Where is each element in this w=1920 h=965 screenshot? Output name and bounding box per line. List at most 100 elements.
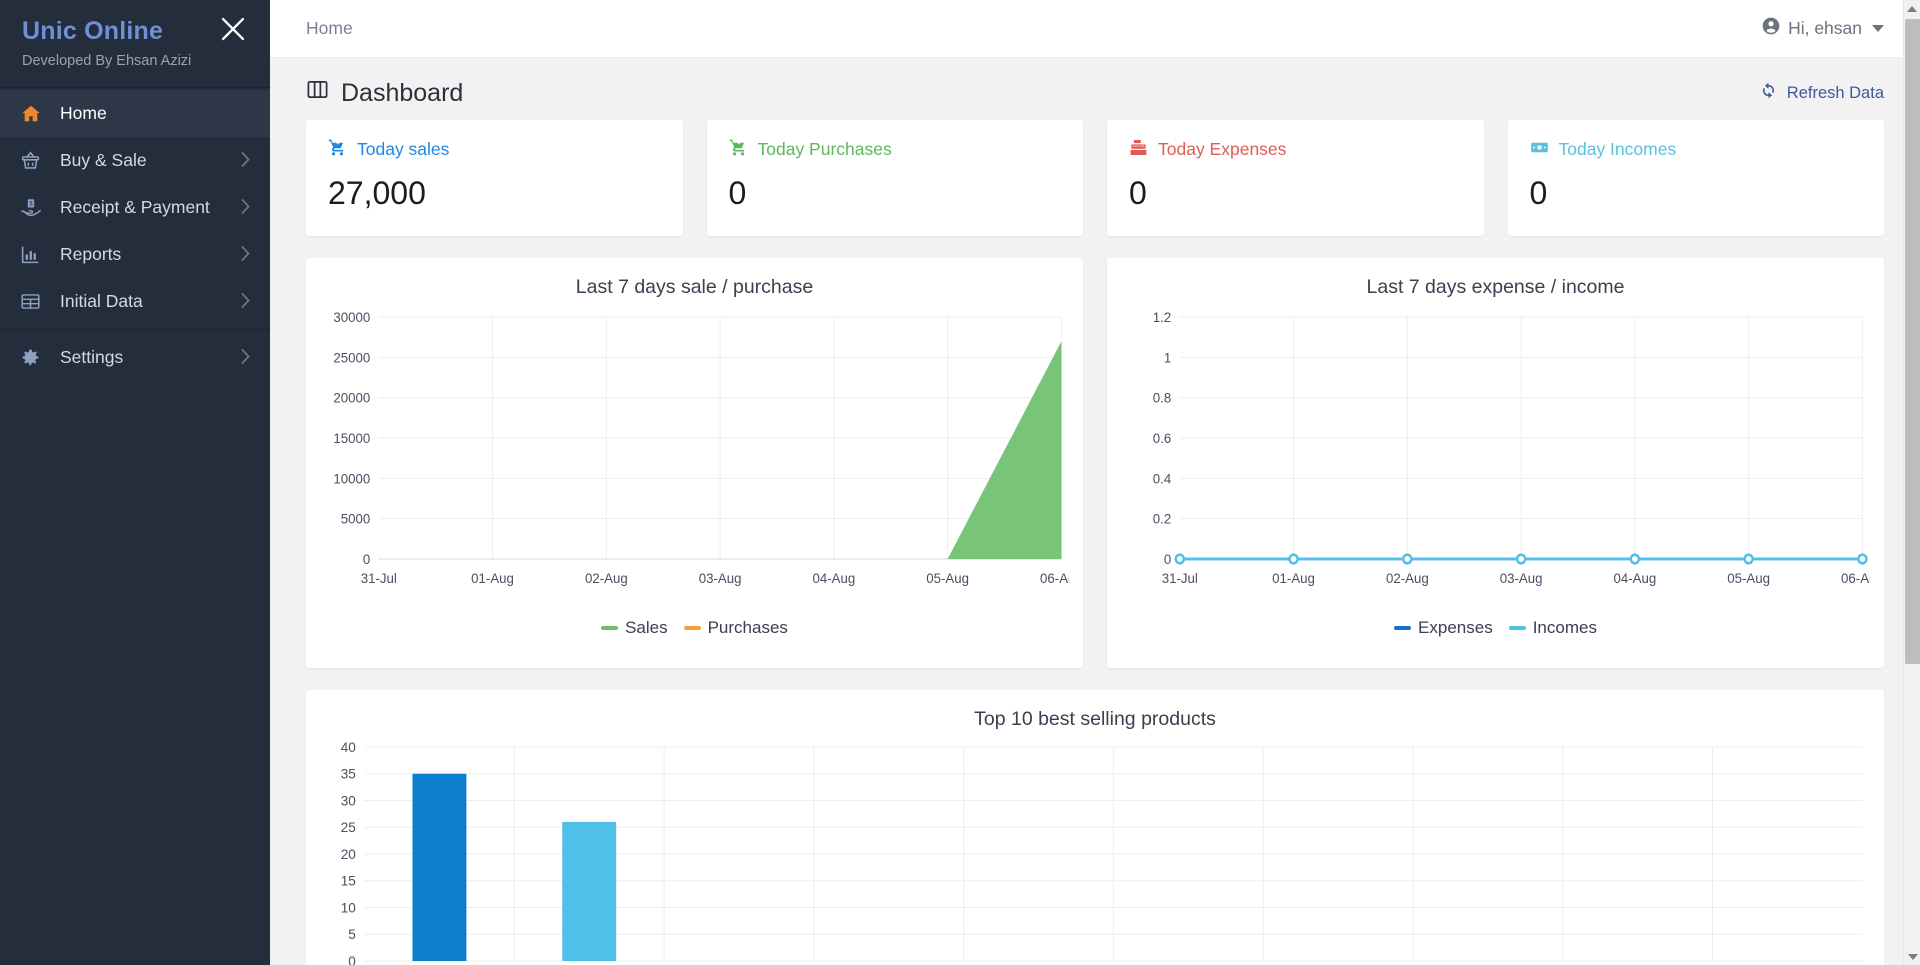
chevron-right-icon — [241, 198, 250, 217]
svg-text:0: 0 — [363, 552, 371, 567]
stat-card-label: Today sales — [357, 138, 450, 159]
account-circle-icon — [1761, 16, 1781, 41]
legend-item-incomes[interactable]: Incomes — [1508, 618, 1597, 638]
scroll-up-arrow-icon[interactable] — [1904, 0, 1920, 17]
svg-text:01-Aug: 01-Aug — [471, 571, 514, 586]
stat-card-header: Today Purchases — [729, 138, 1062, 161]
chart-title: Last 7 days sale / purchase — [575, 276, 814, 298]
legend-label: Incomes — [1532, 618, 1597, 638]
sidebar-item-label: Receipt & Payment — [60, 196, 210, 217]
legend-label: Sales — [625, 618, 668, 638]
page-title-text: Dashboard — [341, 78, 464, 107]
svg-text:31-Jul: 31-Jul — [1162, 571, 1198, 586]
svg-text:30: 30 — [341, 794, 356, 809]
svg-text:25000: 25000 — [333, 350, 370, 365]
svg-text:10000: 10000 — [333, 471, 370, 486]
table-icon — [20, 291, 50, 312]
cart-down-icon — [729, 138, 748, 161]
sidebar-item-home[interactable]: Home — [0, 90, 270, 137]
stat-card-value: 0 — [1529, 174, 1548, 211]
svg-text:03-Aug: 03-Aug — [1500, 571, 1543, 586]
sidebar: Unic Online Developed By Ehsan Azizi Hom… — [0, 0, 270, 965]
svg-text:05-Aug: 05-Aug — [1727, 571, 1770, 586]
refresh-data-button[interactable]: Refresh Data — [1759, 81, 1884, 105]
chevron-right-icon — [241, 245, 250, 264]
vertical-scrollbar[interactable] — [1903, 0, 1920, 965]
svg-text:10: 10 — [341, 901, 356, 916]
breadcrumb[interactable]: Home — [306, 18, 353, 39]
sidebar-item-label: Buy & Sale — [60, 149, 147, 170]
sidebar-item-label: Settings — [60, 346, 124, 367]
sidebar-item-label: Home — [60, 102, 107, 123]
svg-text:30000: 30000 — [333, 310, 370, 325]
sidebar-brand: Unic Online Developed By Ehsan Azizi — [0, 0, 270, 87]
money-bill-icon — [1530, 138, 1549, 161]
refresh-icon — [1759, 81, 1778, 105]
content: Dashboard Refresh Data Today sales 27,00… — [270, 58, 1920, 965]
sidebar-item-buy-sale[interactable]: Buy & Sale — [0, 137, 270, 184]
page-header: Dashboard Refresh Data — [306, 58, 1884, 120]
sidebar-section-divider — [0, 329, 270, 330]
stat-card-header: Today sales — [328, 138, 661, 161]
sidebar-item-settings[interactable]: Settings — [0, 334, 270, 381]
svg-text:1: 1 — [1164, 350, 1171, 365]
legend-color-swatch — [601, 626, 619, 631]
sidebar-item-label: Reports — [60, 243, 122, 264]
charts-row: Last 7 days sale / purchase 0 5000 10000 15… — [306, 258, 1884, 668]
scrollbar-thumb[interactable] — [1905, 19, 1920, 664]
svg-text:20: 20 — [341, 847, 356, 862]
bar-chart-icon — [20, 244, 50, 265]
page-title: Dashboard — [306, 78, 463, 108]
topbar: Home Hi, ehsan — [270, 0, 1920, 58]
user-menu[interactable]: Hi, ehsan — [1761, 16, 1884, 41]
legend-color-swatch — [683, 626, 701, 631]
legend-item-expenses[interactable]: Expenses — [1394, 618, 1493, 638]
main-area: Home Hi, ehsan Dashboard Refresh Data To… — [270, 0, 1920, 965]
svg-text:0: 0 — [1164, 552, 1172, 567]
legend-color-swatch — [1394, 626, 1412, 631]
stat-card-value: 0 — [728, 174, 747, 211]
sidebar-item-reports[interactable]: Reports — [0, 231, 270, 278]
refresh-label: Refresh Data — [1786, 83, 1884, 102]
svg-text:0: 0 — [348, 954, 356, 965]
close-icon[interactable] — [216, 12, 250, 46]
svg-text:15000: 15000 — [333, 431, 370, 446]
svg-text:02-Aug: 02-Aug — [1386, 571, 1429, 586]
stat-cards: Today sales 27,000 Today Purchases 0 Tod… — [306, 120, 1884, 236]
stat-card-today-expenses[interactable]: Today Expenses 0 — [1107, 120, 1484, 236]
stat-card-label: Today Incomes — [1558, 138, 1677, 159]
chart-card-expense-income: Last 7 days expense / income 0 0.2 0.4 0.6 0… — [1107, 258, 1884, 668]
stat-card-header: Today Expenses — [1129, 138, 1462, 161]
dashboard-layout-icon — [306, 78, 329, 108]
svg-text:1.2: 1.2 — [1153, 310, 1171, 325]
chart-plot-expense-income: 0 0.2 0.4 0.6 0.8 1 1.2 31-Jul 01-Aug 02-Aug 03-Au… — [1121, 307, 1884, 612]
gear-icon — [20, 347, 50, 368]
svg-text:31-Jul: 31-Jul — [361, 571, 397, 586]
stat-card-today-incomes[interactable]: Today Incomes 0 — [1507, 120, 1884, 236]
stat-card-today-sales[interactable]: Today sales 27,000 — [306, 120, 683, 236]
stat-card-value: 0 — [1129, 174, 1147, 211]
svg-text:35: 35 — [341, 767, 356, 782]
legend-item-purchases[interactable]: Purchases — [683, 618, 788, 638]
cart-plus-icon — [328, 138, 347, 161]
sidebar-item-label: Initial Data — [60, 290, 143, 311]
chart-plot-sale-purchase: 0 5000 10000 15000 20000 25000 30000 31-Jul 01-A… — [320, 307, 1082, 612]
caret-down-icon — [1872, 25, 1884, 32]
stat-card-today-purchases[interactable]: Today Purchases 0 — [706, 120, 1083, 236]
svg-text:01-Aug: 01-Aug — [1272, 571, 1315, 586]
chart-plot-top-products: 0 5 10 15 20 25 30 35 40 — [320, 739, 1870, 965]
svg-text:04-Aug: 04-Aug — [1613, 571, 1656, 586]
svg-text:0.2: 0.2 — [1153, 512, 1171, 527]
sidebar-item-initial-data[interactable]: Initial Data — [0, 278, 270, 325]
svg-text:05-Aug: 05-Aug — [926, 571, 969, 586]
app-root: Unic Online Developed By Ehsan Azizi Hom… — [0, 0, 1920, 965]
scroll-down-arrow-icon[interactable] — [1904, 948, 1920, 965]
brand-subtitle: Developed By Ehsan Azizi — [22, 53, 192, 69]
hand-money-icon: $ — [20, 197, 50, 219]
legend-item-sales[interactable]: Sales — [601, 618, 668, 638]
svg-text:03-Aug: 03-Aug — [699, 571, 742, 586]
sidebar-item-receipt-payment[interactable]: $ Receipt & Payment — [0, 184, 270, 231]
svg-text:0.6: 0.6 — [1153, 431, 1171, 446]
svg-text:5000: 5000 — [341, 512, 371, 527]
svg-text:5: 5 — [348, 927, 356, 942]
